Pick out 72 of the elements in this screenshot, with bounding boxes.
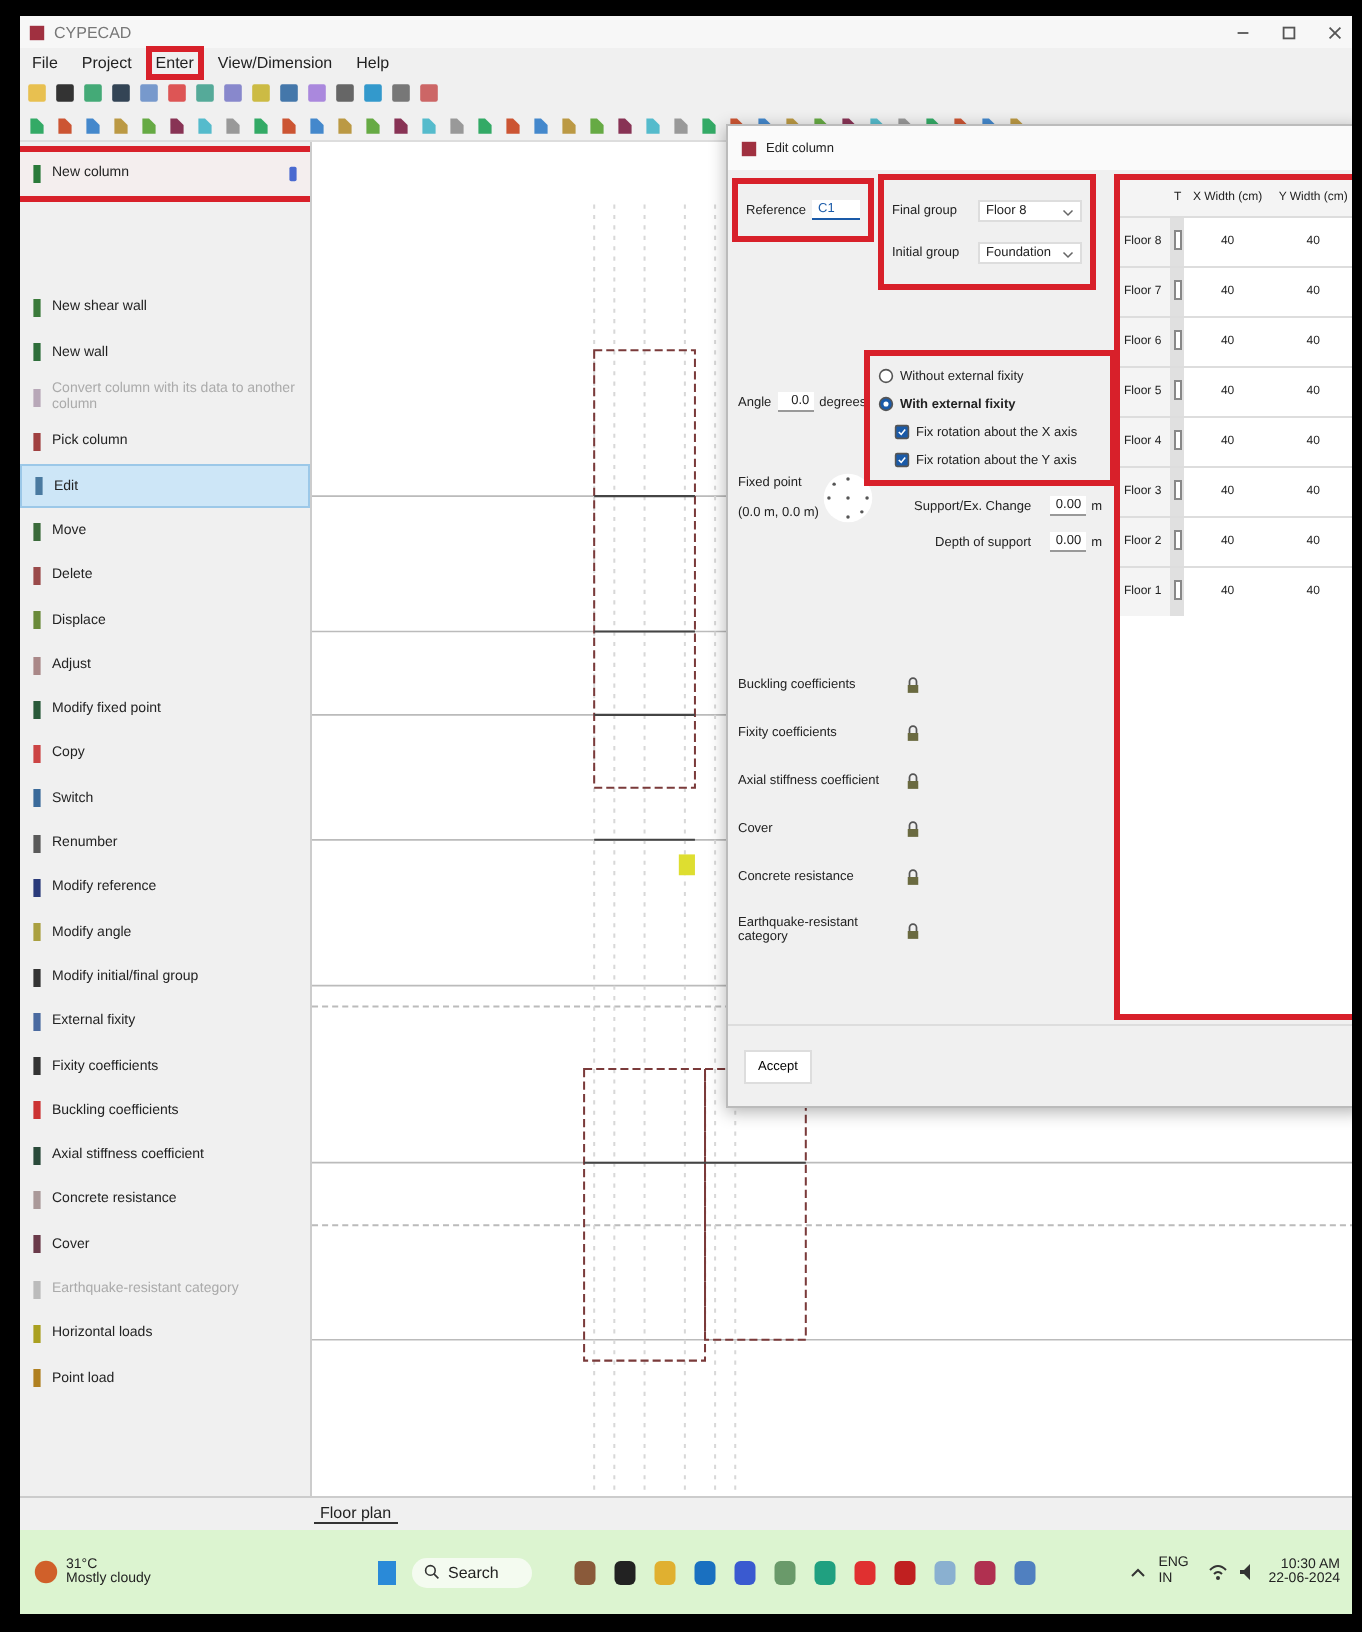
start-icon[interactable]	[372, 1555, 402, 1589]
tool-icon	[28, 563, 46, 588]
toggle-icon[interactable]	[1173, 480, 1182, 500]
tool-icon	[28, 1277, 46, 1302]
toggle-icon[interactable]	[1173, 380, 1182, 400]
tool-icon	[28, 1232, 46, 1257]
toggle-icon[interactable]	[1173, 330, 1182, 350]
radio-button[interactable]	[878, 368, 894, 384]
tool-icon[interactable]	[390, 113, 412, 135]
pin-icon[interactable]	[284, 162, 302, 187]
marker-icon	[678, 854, 695, 876]
tool-icon	[28, 742, 46, 767]
app-icon[interactable]	[610, 1555, 640, 1589]
menu-item[interactable]: Help	[352, 51, 394, 73]
menu-item[interactable]: File	[28, 51, 62, 73]
lock-icon[interactable]	[906, 921, 920, 939]
column-icon	[28, 162, 46, 187]
tool-icon	[28, 1366, 46, 1391]
lock-icon[interactable]	[906, 724, 920, 742]
toggle-icon[interactable]	[1173, 530, 1182, 550]
tool-icon	[28, 697, 46, 722]
tool-icon	[28, 1321, 46, 1346]
tool-icon	[28, 385, 46, 410]
lock-icon[interactable]	[906, 868, 920, 886]
tool-icon	[28, 1188, 46, 1213]
tool-icon[interactable]	[54, 81, 76, 103]
menu-item[interactable]: Project	[77, 51, 136, 73]
app-icon	[28, 23, 46, 41]
tool-icon	[28, 296, 46, 321]
fixed-point-selector[interactable]	[822, 472, 875, 524]
lock-icon[interactable]	[906, 676, 920, 694]
checkbox[interactable]	[894, 452, 910, 468]
checkbox[interactable]	[894, 424, 910, 440]
menu-item[interactable]: Enter	[151, 51, 198, 73]
close-icon[interactable]	[1326, 23, 1344, 41]
window-title: CYPECAD	[54, 23, 132, 41]
wifi-icon[interactable]	[1208, 1562, 1229, 1582]
lock-icon[interactable]	[906, 820, 920, 838]
tool-icon	[28, 430, 46, 455]
tool-icon	[30, 474, 48, 499]
tool-icon	[28, 1143, 46, 1168]
caret-icon	[1062, 247, 1074, 259]
tool-icon	[28, 608, 46, 633]
tool-icon	[28, 831, 46, 856]
tool-icon	[28, 965, 46, 990]
search-icon	[424, 1564, 440, 1580]
toggle-icon[interactable]	[1173, 230, 1182, 250]
caret-icon	[1062, 205, 1074, 217]
tool-icon	[28, 340, 46, 365]
maximize-icon[interactable]	[1280, 23, 1298, 41]
tool-icon	[28, 1009, 46, 1034]
lock-icon[interactable]	[906, 772, 920, 790]
tool-icon	[28, 519, 46, 544]
toggle-icon[interactable]	[1173, 280, 1182, 300]
tool-icon	[28, 920, 46, 945]
taskbar-search[interactable]: Search	[412, 1557, 532, 1587]
tool-icon	[28, 786, 46, 811]
app-icon	[740, 139, 758, 157]
tool-icon[interactable]	[334, 81, 356, 103]
tool-icon	[28, 653, 46, 678]
plan-tab[interactable]: Floor plan	[314, 1504, 398, 1524]
tool-icon	[28, 876, 46, 900]
tool-icon	[28, 1098, 46, 1123]
tool-icon	[28, 1054, 46, 1079]
tool-icon[interactable]	[110, 81, 132, 103]
tool-icon[interactable]	[614, 113, 636, 135]
weather-icon	[32, 1558, 60, 1586]
menu-item[interactable]: View/Dimension	[213, 51, 337, 73]
toggle-icon[interactable]	[1173, 430, 1182, 450]
radio-button[interactable]	[878, 396, 894, 412]
toggle-icon[interactable]	[1173, 580, 1182, 600]
tool-icon[interactable]	[166, 113, 188, 135]
